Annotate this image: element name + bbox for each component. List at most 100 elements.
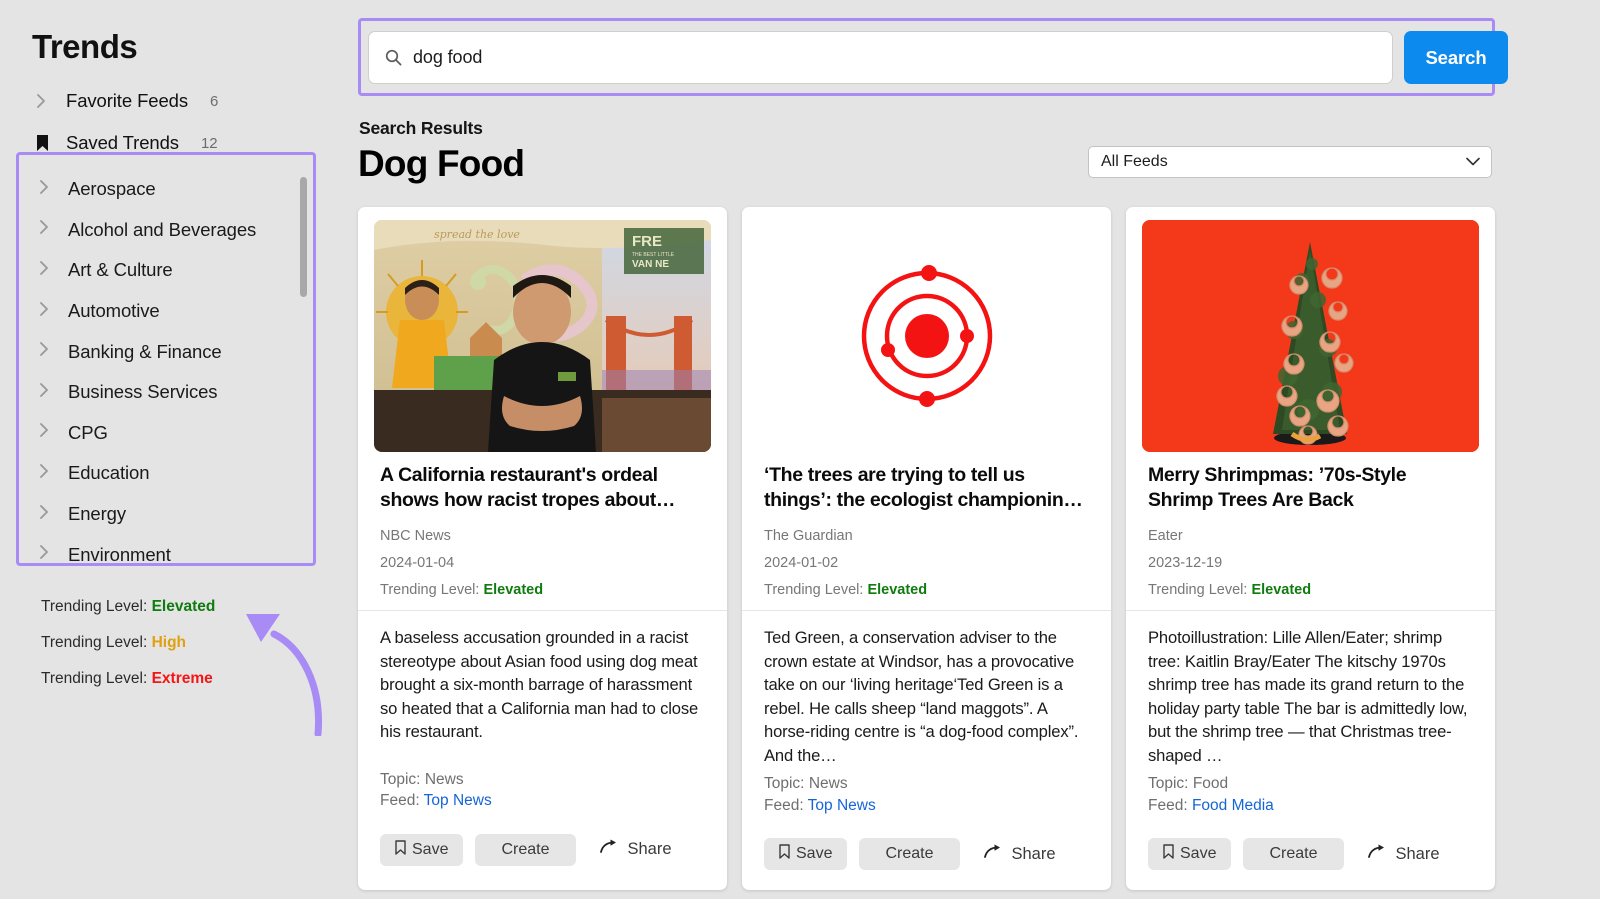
share-button[interactable]: Share	[596, 834, 676, 866]
card-header: Merry Shrimpmas: ’70s-Style Shrimp Trees…	[1126, 452, 1495, 610]
search-button[interactable]: Search	[1404, 31, 1508, 84]
share-icon	[983, 844, 1003, 865]
card-image-red-atom-logo	[758, 220, 1095, 452]
result-card[interactable]: spread the love FRE THE BEST LITTLE VAN …	[358, 207, 727, 891]
sidebar-item-environment[interactable]: Environment	[19, 534, 313, 563]
create-button[interactable]: Create	[859, 838, 960, 871]
svg-text:FRE: FRE	[632, 233, 662, 250]
search-input-value: dog food	[413, 47, 483, 67]
feed-filter-select[interactable]: All Feeds	[1088, 146, 1492, 178]
card-feed: Feed: Top News	[764, 795, 1089, 816]
feed-filter-value: All Feeds	[1101, 153, 1168, 170]
chevron-right-icon	[39, 179, 68, 200]
share-button-label: Share	[1011, 844, 1056, 863]
legend-level: High	[151, 634, 187, 651]
legend-row-elevated: Trending Level: Elevated	[41, 598, 215, 616]
card-topic-prefix: Topic:	[380, 771, 425, 788]
save-button[interactable]: Save	[1148, 838, 1232, 871]
card-feed-link[interactable]: Top News	[808, 797, 876, 814]
result-card[interactable]: ‘The trees are trying to tell us things’…	[742, 207, 1111, 891]
card-header: ‘The trees are trying to tell us things’…	[742, 452, 1111, 610]
share-button[interactable]: Share	[1364, 838, 1444, 870]
card-header: A California restaurant's ordeal shows h…	[358, 452, 727, 610]
card-feed: Feed: Food Media	[1148, 795, 1473, 816]
card-date: 2024-01-02	[764, 555, 839, 571]
card-topic-value: News	[808, 775, 848, 793]
category-label: CPG	[68, 421, 108, 443]
share-button[interactable]: Share	[980, 838, 1060, 870]
sidebar-item-count: 12	[200, 134, 218, 152]
card-image-container	[1126, 207, 1495, 452]
card-meta: Topic: News Feed: Top News	[358, 763, 727, 812]
card-meta: Topic: Food Feed: Food Media	[1126, 767, 1495, 816]
category-list-scrollbar[interactable]	[300, 177, 307, 297]
card-image-container	[742, 207, 1111, 452]
card-image-container: spread the love FRE THE BEST LITTLE VAN …	[358, 207, 727, 452]
chevron-right-icon	[39, 504, 68, 525]
card-topic: Topic: News	[764, 773, 1089, 794]
chevron-right-icon	[39, 422, 68, 443]
save-button-label: Save	[796, 845, 833, 863]
legend-prefix: Trending Level:	[41, 634, 152, 651]
card-topic-value: News	[424, 771, 464, 788]
sidebar-item-cpg[interactable]: CPG	[19, 413, 313, 454]
category-label: Banking & Finance	[68, 340, 222, 362]
sidebar-item-education[interactable]: Education	[19, 453, 313, 494]
card-source: The Guardian	[764, 528, 853, 544]
result-card[interactable]: Merry Shrimpmas: ’70s-Style Shrimp Trees…	[1126, 207, 1495, 891]
card-trending-level: Trending Level: Elevated	[1148, 582, 1473, 610]
card-trend-prefix: Trending Level:	[1148, 582, 1252, 598]
sidebar-item-banking-and-finance[interactable]: Banking & Finance	[19, 331, 313, 372]
category-label: Aerospace	[68, 178, 156, 200]
category-label: Environment	[68, 543, 171, 563]
sidebar: Trends Favorite Feeds 6 Saved Trends 12	[0, 0, 355, 899]
trending-level-legend: Trending Level: Elevated Trending Level:…	[41, 598, 215, 706]
chevron-right-icon	[39, 219, 68, 240]
card-source: Eater	[1148, 528, 1183, 544]
category-label: Automotive	[68, 300, 160, 322]
svg-text:spread the love: spread the love	[434, 228, 520, 241]
main-content: dog food Search Search Results Dog Food …	[355, 0, 1600, 899]
card-date: 2023-12-19	[1148, 555, 1223, 571]
share-button-label: Share	[1395, 844, 1440, 863]
card-meta: Topic: News Feed: Top News	[742, 767, 1111, 816]
chevron-right-icon	[39, 382, 68, 403]
card-feed: Feed: Top News	[380, 790, 705, 811]
sidebar-item-aerospace[interactable]: Aerospace	[19, 169, 313, 210]
share-icon	[599, 839, 619, 860]
svg-text:THE BEST LITTLE: THE BEST LITTLE	[632, 252, 675, 258]
create-button[interactable]: Create	[1243, 838, 1344, 871]
chevron-right-icon	[39, 341, 68, 362]
card-trending-level: Trending Level: Elevated	[764, 582, 1089, 610]
card-feed-prefix: Feed:	[764, 796, 808, 814]
card-trending-level: Trending Level: Elevated	[380, 582, 705, 610]
sidebar-item-automotive[interactable]: Automotive	[19, 291, 313, 332]
legend-level: Extreme	[151, 670, 213, 687]
sidebar-item-energy[interactable]: Energy	[19, 494, 313, 535]
page-title: Trends	[32, 28, 138, 65]
save-button[interactable]: Save	[380, 833, 464, 866]
card-actions: Save Create Share	[742, 816, 1111, 890]
sidebar-item-favorite-feeds[interactable]: Favorite Feeds 6	[0, 80, 355, 122]
category-list-highlight: Aerospace Alcohol and Beverages Art & Cu…	[16, 152, 316, 566]
save-button[interactable]: Save	[764, 838, 848, 871]
card-title: ‘The trees are trying to tell us things’…	[764, 464, 1083, 511]
card-topic: Topic: Food	[1148, 773, 1473, 794]
card-description: Photoillustration: Lille Allen/Eater; sh…	[1148, 628, 1468, 765]
card-feed-link[interactable]: Food Media	[1192, 797, 1274, 814]
legend-prefix: Trending Level:	[41, 670, 152, 687]
sidebar-item-art-and-culture[interactable]: Art & Culture	[19, 250, 313, 291]
app-root: Trends Favorite Feeds 6 Saved Trends 12	[0, 0, 1600, 899]
bookmark-icon	[36, 134, 66, 152]
card-topic-value: Food	[1192, 775, 1229, 793]
card-feed-link[interactable]: Top News	[424, 792, 492, 809]
sidebar-item-business-services[interactable]: Business Services	[19, 372, 313, 413]
card-feed-prefix: Feed:	[1148, 796, 1192, 814]
search-results-title: Dog Food	[358, 143, 525, 184]
bookmark-icon	[1163, 844, 1174, 864]
category-label: Art & Culture	[68, 259, 173, 281]
sidebar-item-alcohol-and-beverages[interactable]: Alcohol and Beverages	[19, 210, 313, 251]
create-button[interactable]: Create	[475, 833, 576, 866]
chevron-right-icon	[39, 544, 68, 563]
search-input[interactable]: dog food	[368, 31, 1393, 84]
